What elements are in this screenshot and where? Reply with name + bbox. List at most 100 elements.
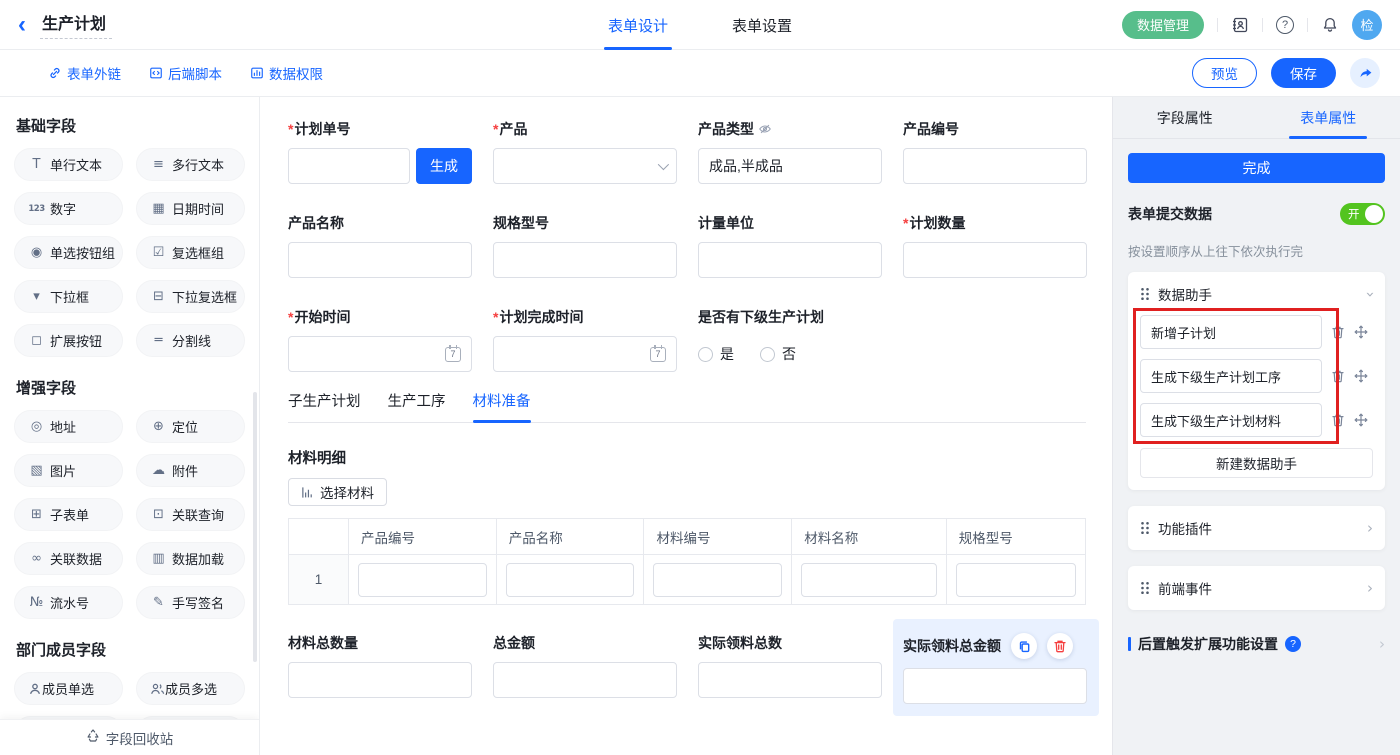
spec-input[interactable] <box>493 242 677 278</box>
field-type-pill-data-load[interactable]: ▥数据加载 <box>136 542 245 575</box>
help-icon[interactable]: ? <box>1276 16 1294 34</box>
field-actual-qty[interactable]: 实际领料总数 <box>698 633 882 716</box>
tab-material-preparation[interactable]: 材料准备 <box>473 390 531 422</box>
post-trigger-settings[interactable]: 后置触发扩展功能设置 ? › <box>1128 634 1385 654</box>
drag-handle-icon[interactable] <box>1140 581 1150 595</box>
field-type-pill-link-data[interactable]: ∞关联数据 <box>14 542 123 575</box>
tab-form-design[interactable]: 表单设计 <box>608 0 668 50</box>
submit-toggle[interactable]: 开 <box>1340 203 1385 225</box>
unit-input[interactable] <box>698 242 882 278</box>
field-type-pill-address[interactable]: ◎地址 <box>14 410 123 443</box>
assistant-item-name[interactable]: 生成下级生产计划工序 <box>1140 359 1322 393</box>
notification-bell-icon[interactable] <box>1321 16 1339 34</box>
field-product-name[interactable]: 产品名称 <box>288 213 472 278</box>
total-qty-input[interactable] <box>288 662 472 698</box>
field-type-pill-image[interactable]: ▧图片 <box>14 454 123 487</box>
field-unit[interactable]: 计量单位 <box>698 213 882 278</box>
table-cell-input[interactable] <box>506 563 635 597</box>
delete-assistant-button[interactable] <box>1331 325 1345 339</box>
actual-amount-input[interactable] <box>903 668 1087 704</box>
field-has-sub-plan[interactable]: 是否有下级生产计划 是 否 <box>698 307 882 372</box>
plan-no-input[interactable] <box>288 148 410 184</box>
field-product-code[interactable]: 产品编号 <box>903 119 1087 184</box>
drag-handle-icon[interactable] <box>1140 521 1150 535</box>
field-type-pill-checkbox-group[interactable]: ☑复选框组 <box>136 236 245 269</box>
tab-field-properties[interactable]: 字段属性 <box>1113 97 1257 138</box>
table-cell-input[interactable] <box>653 563 782 597</box>
data-manage-button[interactable]: 数据管理 <box>1122 11 1204 39</box>
product-name-input[interactable] <box>288 242 472 278</box>
field-type-pill-divider[interactable]: ═分割线 <box>136 324 245 357</box>
share-button[interactable] <box>1350 58 1380 88</box>
field-type-pill-single-text[interactable]: T单行文本 <box>14 148 123 181</box>
field-total-qty[interactable]: 材料总数量 <box>288 633 472 716</box>
chevron-down-icon[interactable]: › <box>1363 291 1378 297</box>
preview-button[interactable]: 预览 <box>1192 58 1257 88</box>
tab-production-process[interactable]: 生产工序 <box>388 390 446 422</box>
plan-qty-input[interactable] <box>903 242 1087 278</box>
field-spec[interactable]: 规格型号 <box>493 213 677 278</box>
actual-qty-input[interactable] <box>698 662 882 698</box>
toolbar-link-permission[interactable]: 数据权限 <box>250 63 323 83</box>
move-assistant-handle[interactable] <box>1354 413 1368 427</box>
contacts-icon[interactable] <box>1231 16 1249 34</box>
field-product-type[interactable]: 产品类型 成品,半成品 <box>698 119 882 184</box>
product-select[interactable] <box>493 148 677 184</box>
product-code-input[interactable] <box>903 148 1087 184</box>
toolbar-link-link[interactable]: 表单外链 <box>48 63 121 83</box>
plugin-card[interactable]: 功能插件 › <box>1128 506 1385 550</box>
delete-assistant-button[interactable] <box>1331 413 1345 427</box>
tab-form-settings[interactable]: 表单设置 <box>732 0 792 50</box>
field-type-pill-subform[interactable]: ⊞子表单 <box>14 498 123 531</box>
done-button[interactable]: 完成 <box>1128 153 1385 183</box>
frontend-event-card[interactable]: 前端事件 › <box>1128 566 1385 610</box>
move-assistant-handle[interactable] <box>1354 369 1368 383</box>
product-type-input[interactable]: 成品,半成品 <box>698 148 882 184</box>
field-type-pill-multi-text[interactable]: ≡多行文本 <box>136 148 245 181</box>
field-type-pill-datetime[interactable]: ▦日期时间 <box>136 192 245 225</box>
field-type-pill-lookup[interactable]: ⊡关联查询 <box>136 498 245 531</box>
field-plan-no[interactable]: *计划单号 生成 <box>288 119 472 184</box>
tab-sub-production-plan[interactable]: 子生产计划 <box>288 390 361 422</box>
generate-button[interactable]: 生成 <box>416 148 472 184</box>
field-type-pill-select[interactable]: ▾下拉框 <box>14 280 123 313</box>
sidebar-scrollbar[interactable] <box>253 392 257 662</box>
field-type-pill-number[interactable]: 123数字 <box>14 192 123 225</box>
select-material-button[interactable]: 选择材料 <box>288 478 387 506</box>
radio-no[interactable]: 否 <box>760 344 796 364</box>
delete-field-button[interactable] <box>1047 633 1073 659</box>
drag-handle-icon[interactable] <box>1140 287 1150 301</box>
field-type-pill-radio-group[interactable]: ◉单选按钮组 <box>14 236 123 269</box>
table-cell-input[interactable] <box>358 563 487 597</box>
assistant-item-name[interactable]: 生成下级生产计划材料 <box>1140 403 1322 437</box>
field-start-time[interactable]: *开始时间 7 <box>288 307 472 372</box>
field-type-pill-multiselect[interactable]: ⊟下拉复选框 <box>136 280 245 313</box>
field-total-amount[interactable]: 总金额 <box>493 633 677 716</box>
help-icon[interactable]: ? <box>1285 636 1301 652</box>
field-recycle-bin[interactable]: 字段回收站 <box>0 719 259 755</box>
field-actual-amount-selected[interactable]: 实际领料总金额 <box>893 619 1099 716</box>
tab-form-properties[interactable]: 表单属性 <box>1257 97 1400 138</box>
new-data-assistant-button[interactable]: 新建数据助手 <box>1140 448 1373 478</box>
field-type-pill-serial[interactable]: №流水号 <box>14 586 123 619</box>
field-type-pill-attachment[interactable]: ☁附件 <box>136 454 245 487</box>
field-type-pill-location[interactable]: ⊕定位 <box>136 410 245 443</box>
field-plan-qty[interactable]: *计划数量 <box>903 213 1087 278</box>
finish-time-input[interactable]: 7 <box>493 336 677 372</box>
field-type-pill-button[interactable]: ◻扩展按钮 <box>14 324 123 357</box>
field-product[interactable]: *产品 <box>493 119 677 184</box>
table-cell-input[interactable] <box>801 563 937 597</box>
start-time-input[interactable]: 7 <box>288 336 472 372</box>
copy-field-button[interactable] <box>1011 633 1037 659</box>
delete-assistant-button[interactable] <box>1331 369 1345 383</box>
save-button[interactable]: 保存 <box>1271 58 1336 88</box>
toolbar-link-script[interactable]: 后端脚本 <box>149 63 222 83</box>
assistant-item-name[interactable]: 新增子计划 <box>1140 315 1322 349</box>
total-amount-input[interactable] <box>493 662 677 698</box>
field-type-pill-persons[interactable]: 成员多选 <box>136 672 245 705</box>
table-cell-input[interactable] <box>956 563 1076 597</box>
back-icon[interactable]: ‹ <box>18 13 26 37</box>
user-avatar[interactable]: 检 <box>1352 10 1382 40</box>
radio-yes[interactable]: 是 <box>698 344 734 364</box>
move-assistant-handle[interactable] <box>1354 325 1368 339</box>
